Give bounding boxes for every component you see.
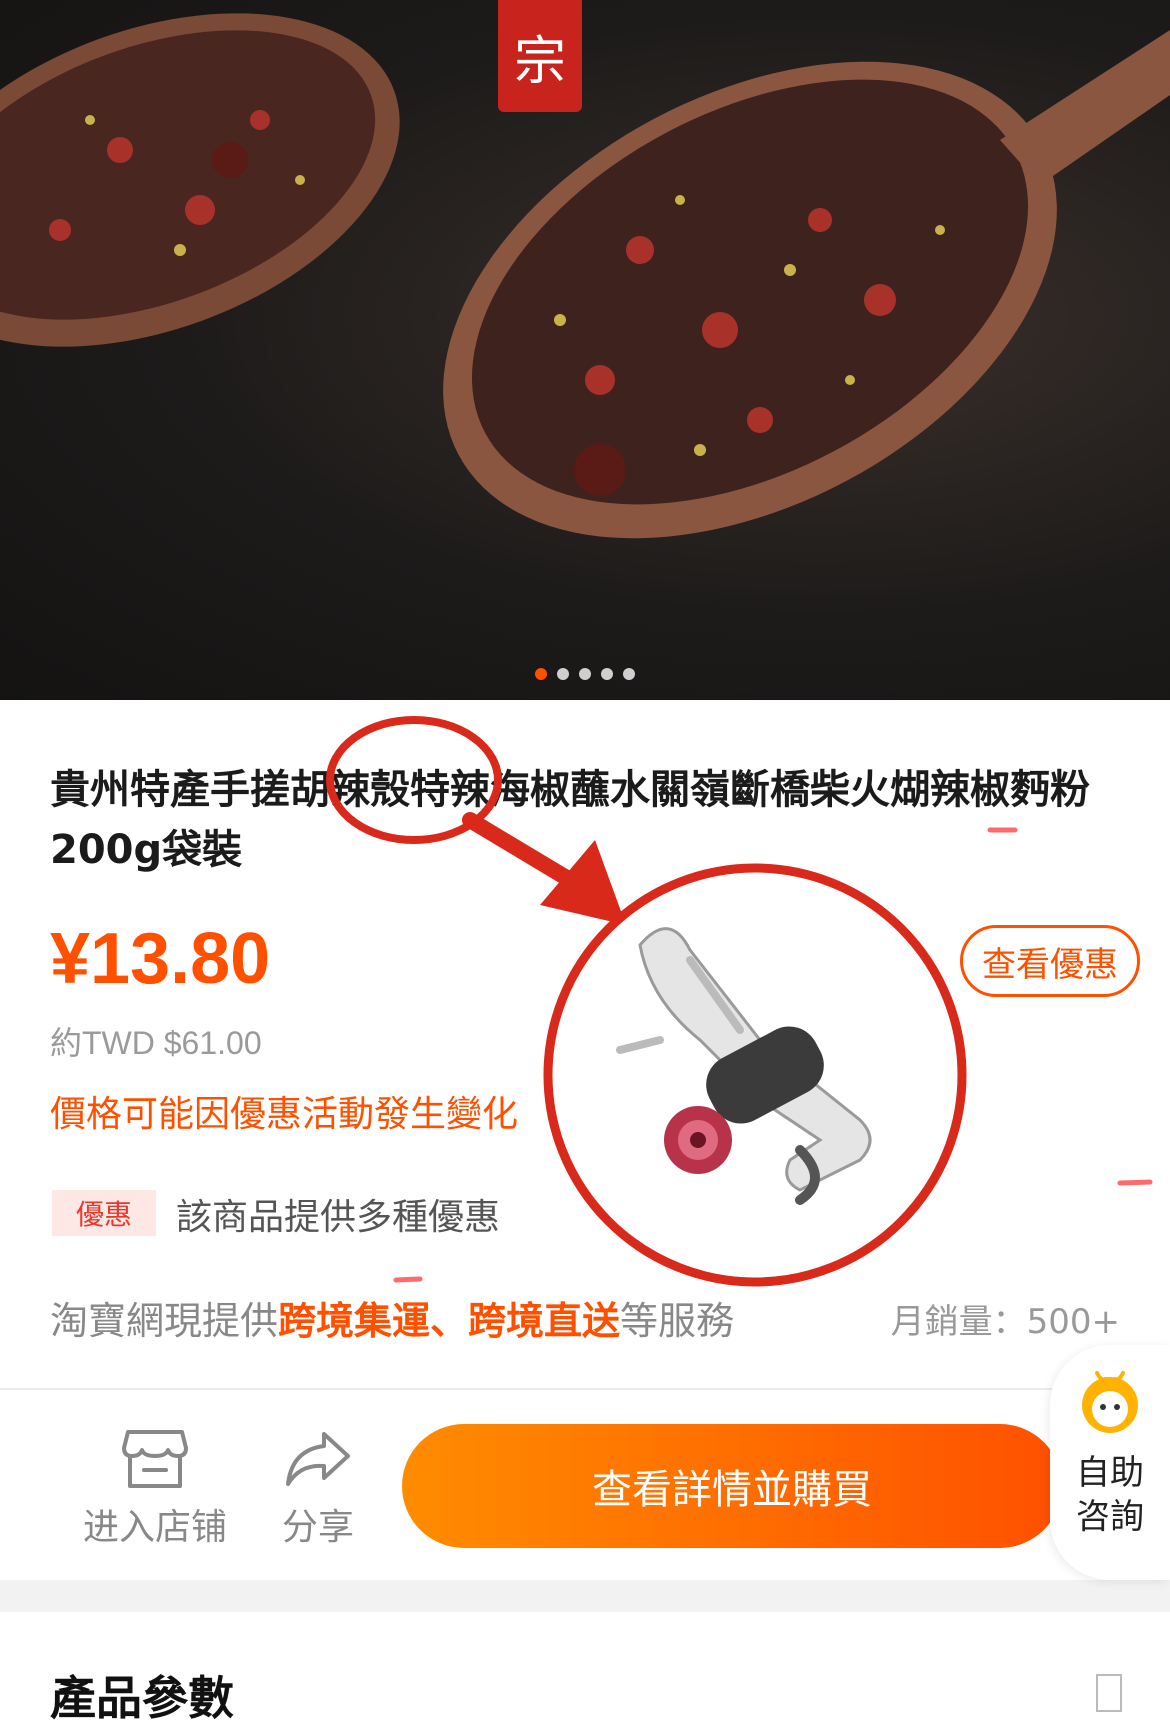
- promo-description[interactable]: 該商品提供多種優惠: [176, 1188, 500, 1240]
- store-icon: [122, 1430, 188, 1488]
- carousel-dot[interactable]: [601, 668, 613, 680]
- carousel-dot[interactable]: [623, 668, 635, 680]
- monthly-sales: 月銷量：500+: [890, 1302, 1120, 1342]
- helper-label-2: 咨詢: [1076, 1497, 1144, 1537]
- product-price: ¥13.80: [50, 919, 271, 999]
- enter-store-label: 进入店铺: [82, 1507, 227, 1548]
- product-params-title: 產品參數: [50, 1671, 234, 1720]
- spice-spoons-illustration: [0, 13, 1170, 539]
- share-button[interactable]: 分享: [233, 1428, 403, 1550]
- carousel-indicator: [535, 668, 635, 680]
- helper-label-1: 自助: [1076, 1453, 1144, 1493]
- carousel-dot[interactable]: [579, 668, 591, 680]
- promo-badge: 優惠: [52, 1190, 156, 1236]
- service-suffix: 等服務: [620, 1299, 735, 1343]
- carousel-dot[interactable]: [557, 668, 569, 680]
- self-help-consult-button[interactable]: 自助 咨詢: [1050, 1345, 1170, 1580]
- product-image-carousel[interactable]: 宗: [0, 0, 1170, 700]
- view-deals-button[interactable]: 查看優惠: [960, 925, 1140, 997]
- carousel-dot[interactable]: [535, 668, 547, 680]
- view-details-buy-button[interactable]: 查看詳情並購買: [402, 1424, 1062, 1548]
- converted-price: 約TWD $61.00: [50, 1025, 262, 1061]
- enter-store-button[interactable]: 进入店铺: [70, 1428, 240, 1550]
- shipping-services: 淘寶網現提供跨境集運、跨境直送等服務: [50, 1290, 734, 1345]
- service-prefix: 淘寶網現提供: [50, 1299, 279, 1343]
- params-expand-icon[interactable]: [1096, 1674, 1122, 1712]
- helper-mascot-icon: [1082, 1371, 1138, 1433]
- product-title: 貴州特產手搓胡辣殼特辣海椒蘸水關嶺斷橋柴火煳辣椒麪粉200g袋裝: [50, 767, 1090, 873]
- service-highlight[interactable]: 跨境集運、跨境直送: [278, 1299, 620, 1343]
- price-change-notice: 價格可能因優惠活動發生變化: [50, 1094, 519, 1135]
- brand-seal: 宗: [498, 0, 582, 112]
- share-icon: [286, 1432, 350, 1486]
- share-label: 分享: [281, 1507, 354, 1548]
